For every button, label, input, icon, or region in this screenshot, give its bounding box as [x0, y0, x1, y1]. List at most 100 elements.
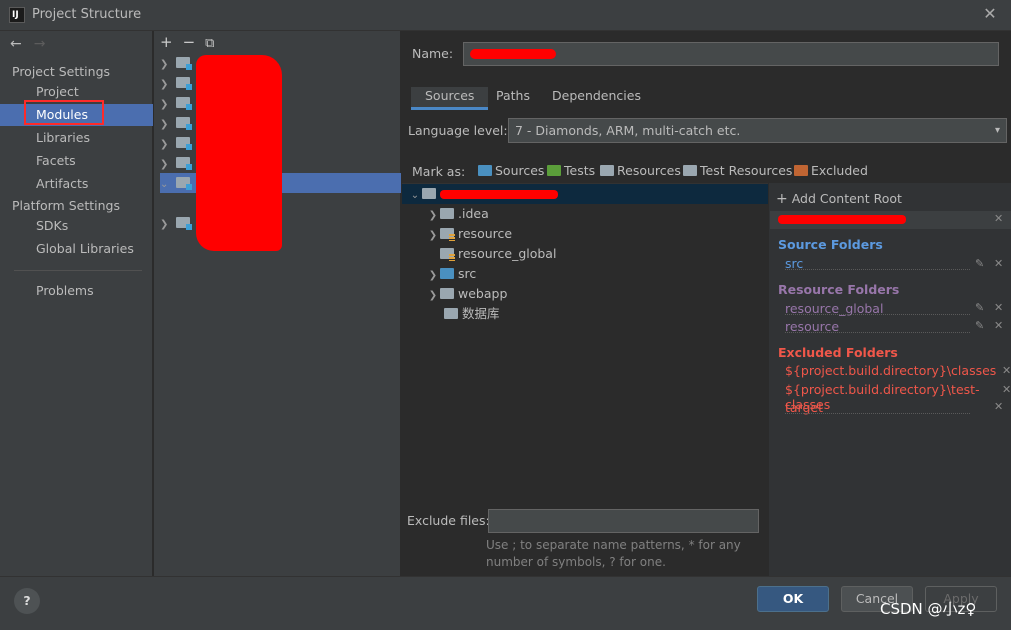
forward-arrow-icon[interactable]: →	[34, 36, 46, 52]
chevron-right-icon[interactable]: ❯	[426, 206, 440, 226]
resources-folder-icon	[600, 165, 614, 176]
redaction-scribble	[470, 49, 556, 59]
add-module-icon[interactable]: +	[160, 33, 173, 51]
item-divider	[785, 314, 970, 315]
chevron-right-icon[interactable]: ❯	[160, 115, 176, 135]
sources-folder-icon	[478, 165, 492, 176]
module-icon	[176, 177, 192, 190]
module-icon	[176, 57, 192, 70]
help-icon[interactable]: ?	[14, 588, 40, 614]
tree-row-label: .idea	[458, 206, 489, 221]
chevron-right-icon[interactable]: ❯	[160, 55, 176, 75]
edit-pencil-icon[interactable]: ✎	[975, 301, 984, 314]
sidebar-item-global-libraries[interactable]: Global Libraries	[0, 238, 153, 260]
back-arrow-icon[interactable]: ←	[10, 36, 22, 52]
copy-module-icon[interactable]: ⧉	[205, 36, 214, 51]
tree-row-resource-global[interactable]: resource_global	[402, 244, 768, 264]
mark-test-resources-button[interactable]: Test Resources	[683, 163, 792, 178]
modules-toolbar: + − ⧉	[160, 33, 224, 51]
chevron-down-icon[interactable]: ⌄	[160, 175, 176, 195]
tree-row-database[interactable]: 数据库	[402, 304, 768, 324]
item-divider	[785, 413, 970, 414]
csdn-watermark: CSDN @小z♀	[880, 600, 977, 618]
exclude-files-input[interactable]	[488, 509, 759, 533]
project-settings-header: Project Settings	[12, 64, 111, 79]
exclude-files-label: Exclude files:	[407, 513, 490, 528]
plus-icon: +	[776, 191, 788, 207]
folder-icon	[444, 308, 458, 319]
sidebar-item-sdks[interactable]: SDKs	[0, 215, 153, 237]
mark-resources-button[interactable]: Resources	[600, 163, 681, 178]
test-resources-folder-icon	[683, 165, 697, 176]
language-level-value: 7 - Diamonds, ARM, multi-catch etc.	[515, 123, 741, 138]
mark-tests-button[interactable]: Tests	[547, 163, 595, 178]
close-icon[interactable]: ✕	[981, 5, 999, 23]
sidebar-item-libraries[interactable]: Libraries	[0, 127, 153, 149]
add-content-root-label: Add Content Root	[791, 191, 902, 206]
edit-pencil-icon[interactable]: ✎	[975, 257, 984, 270]
edit-pencil-icon[interactable]: ✎	[975, 319, 984, 332]
tree-row-idea[interactable]: ❯ .idea	[402, 204, 768, 224]
tab-dependencies[interactable]: Dependencies	[538, 87, 655, 110]
tree-row-label: resource	[458, 226, 513, 241]
module-icon	[176, 97, 192, 110]
exclude-files-hint: Use ; to separate name patterns, * for a…	[486, 538, 741, 569]
sidebar-item-problems[interactable]: Problems	[0, 280, 153, 302]
excluded-folders-header: Excluded Folders	[778, 345, 898, 360]
mark-as-label: Mark as:	[412, 164, 466, 179]
chevron-right-icon[interactable]: ❯	[426, 226, 440, 246]
redaction-scribble	[196, 55, 282, 251]
module-name-input[interactable]	[463, 42, 999, 66]
nav-arrows: ← →	[10, 36, 57, 52]
tab-paths[interactable]: Paths	[482, 87, 544, 110]
mark-tests-label: Tests	[564, 163, 596, 178]
tree-root-row[interactable]: ⌄	[402, 184, 768, 204]
app-icon: IJ	[9, 7, 25, 23]
mark-sources-button[interactable]: Sources	[478, 163, 544, 178]
chevron-right-icon[interactable]: ❯	[160, 135, 176, 155]
item-divider	[785, 332, 970, 333]
tree-row-label: resource_global	[458, 246, 557, 261]
remove-module-icon[interactable]: −	[183, 33, 196, 51]
ok-button[interactable]: OK	[757, 586, 829, 612]
sidebar-item-facets[interactable]: Facets	[0, 150, 153, 172]
source-folders-header: Source Folders	[778, 237, 883, 252]
chevron-right-icon[interactable]: ❯	[160, 155, 176, 175]
remove-icon[interactable]: ✕	[994, 257, 1003, 270]
excluded-folder-item[interactable]: ${project.build.directory}\classes	[785, 363, 996, 378]
item-divider	[785, 269, 970, 270]
chevron-right-icon[interactable]: ❯	[160, 215, 176, 235]
mark-excluded-label: Excluded	[811, 163, 868, 178]
excluded-folder-icon	[794, 165, 808, 176]
sidebar-item-artifacts[interactable]: Artifacts	[0, 173, 153, 195]
resource-folder-icon	[440, 248, 455, 261]
remove-icon[interactable]: ✕	[1002, 383, 1011, 396]
chevron-down-icon[interactable]: ⌄	[408, 186, 422, 206]
add-content-root-button[interactable]: + Add Content Root	[776, 191, 902, 207]
chevron-right-icon[interactable]: ❯	[160, 95, 176, 115]
mark-excluded-button[interactable]: Excluded	[794, 163, 868, 178]
folder-icon	[440, 288, 454, 299]
remove-root-icon[interactable]: ✕	[994, 212, 1003, 225]
chevron-right-icon[interactable]: ❯	[426, 266, 440, 286]
content-root-path[interactable]: ✕	[770, 211, 1011, 229]
tab-sources[interactable]: Sources	[411, 87, 489, 110]
tree-row-label: 数据库	[462, 306, 500, 321]
tree-row-webapp[interactable]: ❯ webapp	[402, 284, 768, 304]
remove-icon[interactable]: ✕	[1002, 364, 1011, 377]
mark-sources-label: Sources	[495, 163, 545, 178]
redaction-scribble	[778, 215, 906, 224]
remove-icon[interactable]: ✕	[994, 301, 1003, 314]
chevron-right-icon[interactable]: ❯	[426, 286, 440, 306]
chevron-right-icon[interactable]: ❯	[160, 75, 176, 95]
remove-icon[interactable]: ✕	[994, 400, 1003, 413]
mark-test-resources-label: Test Resources	[700, 163, 793, 178]
tree-row-src[interactable]: ❯ src	[402, 264, 768, 284]
module-icon	[176, 157, 192, 170]
tree-row-resource[interactable]: ❯ resource	[402, 224, 768, 244]
language-level-select[interactable]: 7 - Diamonds, ARM, multi-catch etc. ▾	[508, 118, 1007, 143]
resource-folder-icon	[440, 228, 455, 241]
window-title: Project Structure	[32, 7, 142, 22]
platform-settings-header: Platform Settings	[12, 198, 120, 213]
remove-icon[interactable]: ✕	[994, 319, 1003, 332]
